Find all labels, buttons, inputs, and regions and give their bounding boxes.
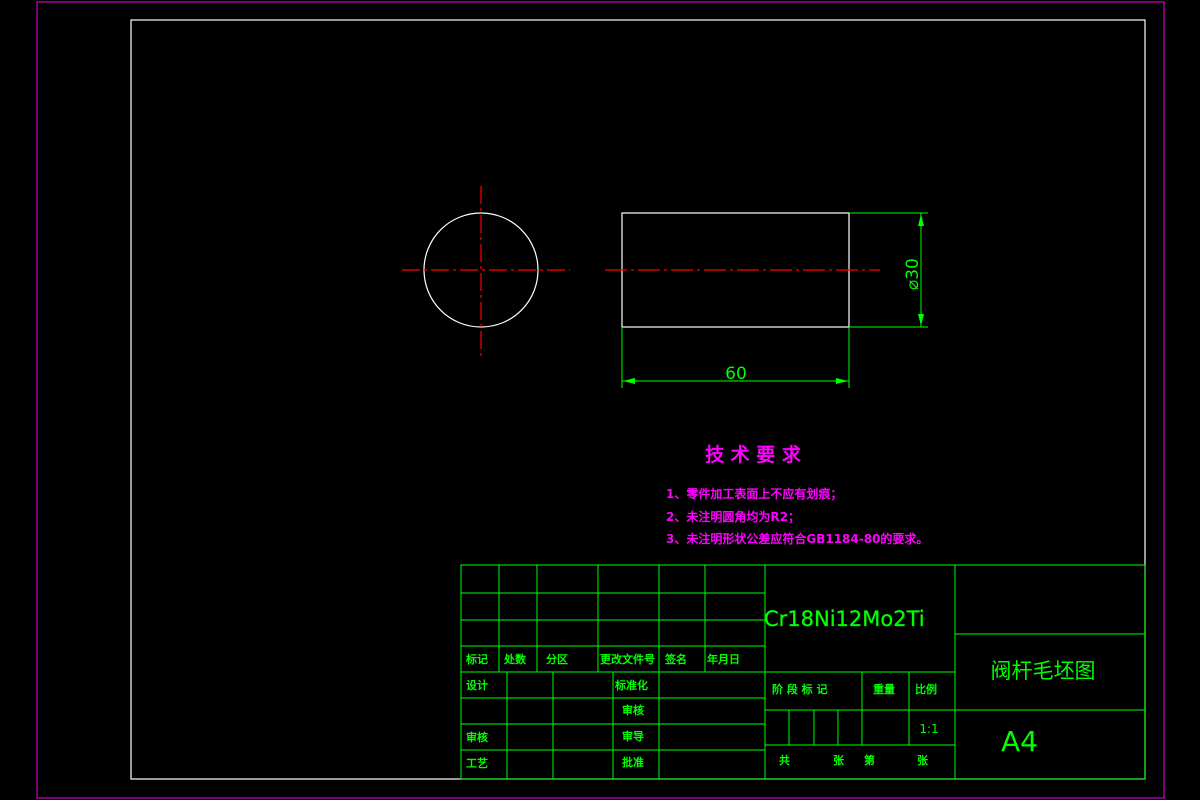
paper-size: A4 — [1001, 725, 1038, 758]
material-label: Cr18Ni12Mo2Ti — [764, 607, 925, 631]
diameter-label: ⌀30 — [903, 258, 923, 290]
cad-drawing: ⌀30 60 技 术 要 求 1、零件加工表面上不应有划痕； 2、未注明圆角均为… — [36, 1, 1165, 799]
label-review: 审核 — [466, 730, 488, 744]
side-view — [605, 212, 880, 328]
requirements-title: 技 术 要 求 — [705, 443, 802, 466]
rev-header-doc: 更改文件号 — [600, 652, 655, 666]
stage-header: 阶 段 标 记 — [772, 682, 828, 696]
label-catalog: 审核 — [622, 703, 644, 717]
label-standardize: 标准化 — [614, 678, 648, 692]
requirement-item: 1、零件加工表面上不应有划痕； — [666, 486, 842, 501]
diameter-arrow-bottom — [918, 314, 924, 326]
rev-header-date: 年月日 — [707, 652, 740, 666]
scale-value: 1:1 — [919, 722, 938, 736]
length-label: 60 — [725, 364, 747, 384]
sheet-total-suffix: 张 — [833, 753, 845, 767]
sheet-num-prefix: 第 — [864, 753, 875, 767]
length-arrow-left — [623, 378, 635, 384]
length-arrow-right — [836, 378, 848, 384]
label-approve: 批准 — [622, 755, 644, 769]
requirement-item: 3、未注明形状公差应符合GB1184-80的要求。 — [666, 531, 928, 546]
rev-header-zone: 分区 — [546, 652, 568, 666]
sheet-total-prefix: 共 — [779, 753, 790, 767]
part-name: 阀杆毛坯图 — [991, 659, 1096, 683]
end-view — [402, 186, 570, 356]
weight-header: 重量 — [873, 682, 895, 696]
label-design: 设计 — [466, 678, 488, 692]
label-audit: 审导 — [622, 729, 644, 743]
rev-header-mark: 标记 — [465, 652, 488, 666]
requirement-item: 2、未注明圆角均为R2； — [666, 509, 800, 524]
sheet-num-suffix: 张 — [917, 753, 929, 767]
rev-header-sign: 签名 — [664, 652, 687, 666]
label-process: 工艺 — [466, 756, 488, 770]
diameter-arrow-top — [918, 214, 924, 226]
rev-header-count: 处数 — [503, 652, 527, 666]
ratio-header: 比例 — [915, 682, 937, 696]
